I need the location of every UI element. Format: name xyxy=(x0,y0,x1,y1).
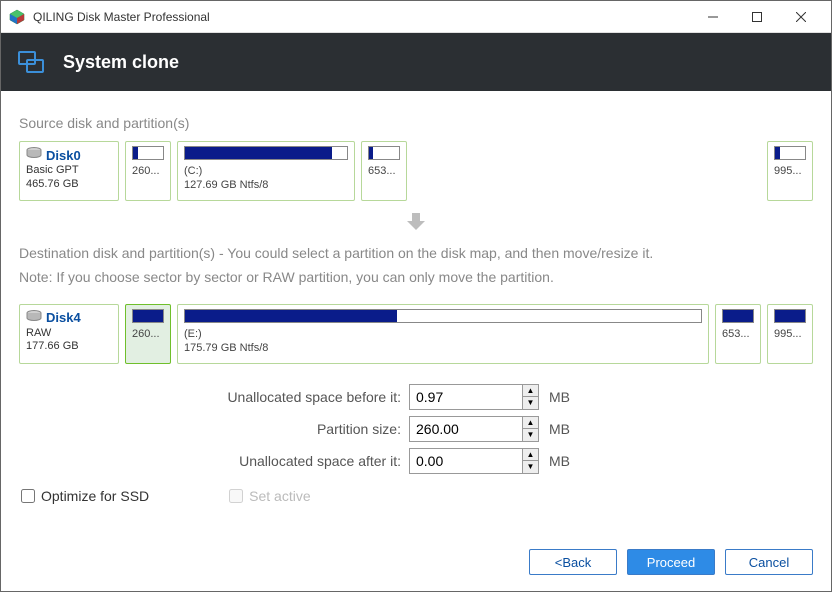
after-spin-up[interactable]: ▲ xyxy=(523,449,538,462)
minimize-button[interactable] xyxy=(691,2,735,32)
dest-line-2: Note: If you choose sector by sector or … xyxy=(19,266,813,290)
page-header: System clone xyxy=(1,33,831,91)
source-partition-1[interactable]: (C:) 127.69 GB Ntfs/8 xyxy=(177,141,355,201)
page-title: System clone xyxy=(63,52,179,73)
source-section-label: Source disk and partition(s) xyxy=(19,115,813,131)
source-disk-name: Disk0 xyxy=(46,148,81,163)
dest-partition-1[interactable]: (E:) 175.79 GB Ntfs/8 xyxy=(177,304,709,364)
optimize-ssd-checkbox[interactable]: Optimize for SSD xyxy=(21,488,149,504)
source-disk-row: Disk0 Basic GPT 465.76 GB 260... (C:) 12… xyxy=(19,141,813,201)
before-spin-down[interactable]: ▼ xyxy=(523,397,538,409)
after-input[interactable] xyxy=(409,448,539,474)
disk-icon xyxy=(26,146,42,164)
proceed-button[interactable]: Proceed xyxy=(627,549,715,575)
unit-label: MB xyxy=(549,421,570,437)
set-active-checkbox: Set active xyxy=(229,488,310,504)
source-disk-type: Basic GPT xyxy=(26,164,112,178)
size-spin-up[interactable]: ▲ xyxy=(523,417,538,430)
dest-disk-row: Disk4 RAW 177.66 GB 260... (E:) 175.79 G… xyxy=(19,304,813,364)
source-disk-size: 465.76 GB xyxy=(26,178,112,192)
before-spin-up[interactable]: ▲ xyxy=(523,385,538,398)
dest-partition-0[interactable]: 260... xyxy=(125,304,171,364)
dest-disk-name: Disk4 xyxy=(46,310,81,325)
arrow-down-icon xyxy=(19,201,813,242)
footer-buttons: <Back Proceed Cancel xyxy=(529,549,813,575)
dest-disk-info[interactable]: Disk4 RAW 177.66 GB xyxy=(19,304,119,364)
window-title: QILING Disk Master Professional xyxy=(33,10,691,24)
dest-partition-3[interactable]: 995... xyxy=(767,304,813,364)
titlebar: QILING Disk Master Professional xyxy=(1,1,831,33)
source-partition-2[interactable]: 653... xyxy=(361,141,407,201)
size-spin-down[interactable]: ▼ xyxy=(523,429,538,441)
dest-partition-2[interactable]: 653... xyxy=(715,304,761,364)
after-spin-down[interactable]: ▼ xyxy=(523,461,538,473)
disk-icon xyxy=(26,309,42,327)
cancel-button[interactable]: Cancel xyxy=(725,549,813,575)
dest-disk-size: 177.66 GB xyxy=(26,340,112,354)
app-icon xyxy=(9,9,25,25)
unit-label: MB xyxy=(549,453,570,469)
size-label: Partition size: xyxy=(19,421,409,437)
source-partition-3[interactable]: 995... xyxy=(767,141,813,201)
back-button[interactable]: <Back xyxy=(529,549,617,575)
destination-note: Destination disk and partition(s) - You … xyxy=(19,242,813,290)
maximize-button[interactable] xyxy=(735,2,779,32)
dest-line-1: Destination disk and partition(s) - You … xyxy=(19,242,813,266)
source-partition-0[interactable]: 260... xyxy=(125,141,171,201)
size-input[interactable] xyxy=(409,416,539,442)
source-disk-info[interactable]: Disk0 Basic GPT 465.76 GB xyxy=(19,141,119,201)
after-label: Unallocated space after it: xyxy=(19,453,409,469)
clone-icon xyxy=(17,48,45,76)
dest-disk-type: RAW xyxy=(26,327,112,341)
close-button[interactable] xyxy=(779,2,823,32)
before-input[interactable] xyxy=(409,384,539,410)
before-label: Unallocated space before it: xyxy=(19,389,409,405)
unit-label: MB xyxy=(549,389,570,405)
